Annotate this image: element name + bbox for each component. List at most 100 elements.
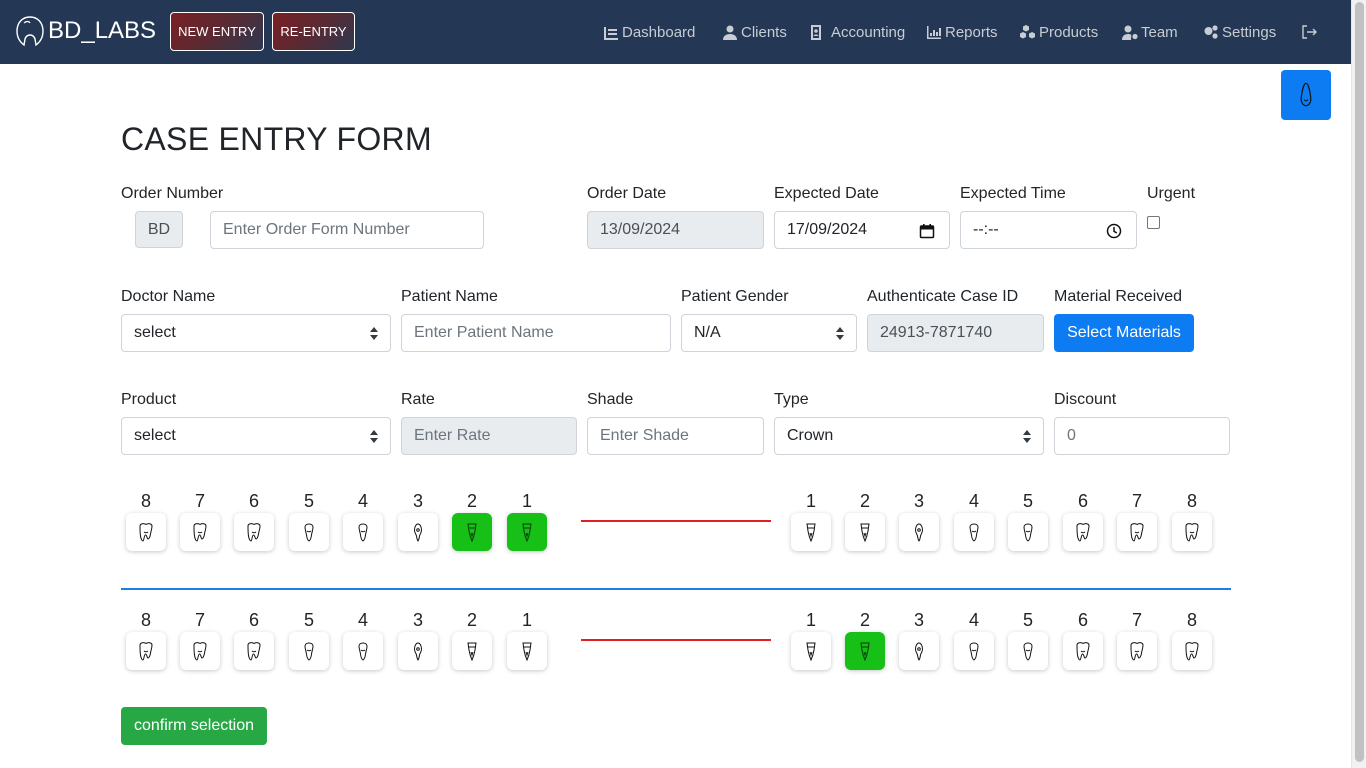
tooth-upper-left-4[interactable]: 4 (343, 490, 383, 551)
tooth-button[interactable] (1008, 632, 1048, 670)
tooth-lower-right-8[interactable]: 8 (1172, 609, 1212, 670)
urgent-checkbox[interactable] (1147, 216, 1160, 229)
nav-accounting[interactable]: Accounting (808, 22, 905, 42)
nav-dashboard[interactable]: Dashboard (603, 22, 695, 42)
nav-team[interactable]: Team (1122, 22, 1178, 42)
expected-date-value: 17/09/2024 (787, 221, 868, 238)
tooth-upper-right-8[interactable]: 8 (1172, 490, 1212, 551)
tooth-lower-left-2[interactable]: 2 (452, 609, 492, 670)
tooth-button[interactable] (507, 513, 547, 551)
logout-button[interactable] (1301, 22, 1320, 42)
new-entry-button[interactable]: NEW ENTRY (170, 12, 264, 51)
tooth-button[interactable] (452, 632, 492, 670)
tooth-button[interactable] (791, 513, 831, 551)
tooth-icon (969, 642, 979, 661)
tooth-button[interactable] (954, 632, 994, 670)
tooth-lower-left-6[interactable]: 6 (234, 609, 274, 670)
tooth-button[interactable] (289, 632, 329, 670)
tooth-button[interactable] (452, 513, 492, 551)
tooth-button[interactable] (845, 632, 885, 670)
confirm-selection-button[interactable]: confirm selection (121, 707, 267, 745)
tooth-lower-left-4[interactable]: 4 (343, 609, 383, 670)
order-number-input[interactable]: Enter Order Form Number (210, 211, 484, 249)
patient-name-input[interactable]: Enter Patient Name (401, 314, 671, 352)
tooth-button[interactable] (899, 632, 939, 670)
tooth-upper-right-5[interactable]: 5 (1008, 490, 1048, 551)
tooth-upper-right-1[interactable]: 1 (791, 490, 831, 551)
clock-icon[interactable] (1106, 223, 1122, 239)
tooth-button[interactable] (234, 513, 274, 551)
tooth-upper-right-2[interactable]: 2 (845, 490, 885, 551)
product-select[interactable]: select (121, 417, 391, 455)
user-icon (723, 25, 737, 40)
tooth-button[interactable] (1008, 513, 1048, 551)
tooth-button[interactable] (126, 632, 166, 670)
tooth-lower-right-1[interactable]: 1 (791, 609, 831, 670)
tooth-lower-right-4[interactable]: 4 (954, 609, 994, 670)
tooth-button[interactable] (1063, 513, 1103, 551)
tooth-button[interactable] (845, 513, 885, 551)
tooth-upper-right-6[interactable]: 6 (1063, 490, 1103, 551)
tooth-upper-left-5[interactable]: 5 (289, 490, 329, 551)
tooth-button[interactable] (1172, 513, 1212, 551)
nav-settings[interactable]: Settings (1203, 22, 1276, 42)
scroll-thumb[interactable] (1355, 2, 1364, 762)
tooth-button[interactable] (234, 632, 274, 670)
tooth-button[interactable] (180, 513, 220, 551)
tooth-lower-left-5[interactable]: 5 (289, 609, 329, 670)
tooth-button[interactable] (899, 513, 939, 551)
tooth-lower-left-1[interactable]: 1 (507, 609, 547, 670)
tooth-lower-left-8[interactable]: 8 (126, 609, 166, 670)
tooth-button[interactable] (126, 513, 166, 551)
brand-logo[interactable]: BD_LABS (14, 14, 156, 48)
tooth-button[interactable] (398, 513, 438, 551)
nav-products[interactable]: Products (1020, 22, 1098, 42)
type-select[interactable]: Crown (774, 417, 1044, 455)
re-entry-button[interactable]: RE-ENTRY (272, 12, 355, 51)
expected-date-input[interactable]: 17/09/2024 (774, 211, 950, 249)
tooth-upper-left-7[interactable]: 7 (180, 490, 220, 551)
expected-time-input[interactable]: --:-- (960, 211, 1137, 249)
tooth-upper-left-2[interactable]: 2 (452, 490, 492, 551)
tooth-lower-right-7[interactable]: 7 (1117, 609, 1157, 670)
tooth-lower-left-3[interactable]: 3 (398, 609, 438, 670)
tooth-lower-right-3[interactable]: 3 (899, 609, 939, 670)
tooth-icon (358, 642, 368, 661)
tooth-upper-left-6[interactable]: 6 (234, 490, 274, 551)
chart-icon (927, 26, 941, 39)
tooth-button[interactable] (343, 513, 383, 551)
nav-reports[interactable]: Reports (926, 22, 998, 42)
select-materials-button[interactable]: Select Materials (1054, 314, 1194, 352)
tooth-lower-right-6[interactable]: 6 (1063, 609, 1103, 670)
tooth-button[interactable] (507, 632, 547, 670)
tooth-upper-right-4[interactable]: 4 (954, 490, 994, 551)
urgent-label: Urgent (1147, 185, 1196, 202)
tooth-lower-right-5[interactable]: 5 (1008, 609, 1048, 670)
discount-input[interactable]: 0 (1054, 417, 1230, 455)
tooth-button[interactable] (289, 513, 329, 551)
tooth-button[interactable] (791, 632, 831, 670)
tooth-lower-right-2[interactable]: 2 (845, 609, 885, 670)
tooth-button[interactable] (954, 513, 994, 551)
tooth-upper-right-3[interactable]: 3 (899, 490, 939, 551)
tooth-button[interactable] (180, 632, 220, 670)
tooth-float-button[interactable] (1281, 70, 1331, 120)
tooth-button[interactable] (1117, 513, 1157, 551)
tooth-upper-left-3[interactable]: 3 (398, 490, 438, 551)
tooth-upper-left-8[interactable]: 8 (126, 490, 166, 551)
page-scrollbar[interactable] (1351, 0, 1366, 768)
nav-clients[interactable]: Clients (722, 22, 787, 42)
tooth-upper-right-7[interactable]: 7 (1117, 490, 1157, 551)
tooth-lower-left-7[interactable]: 7 (180, 609, 220, 670)
doctor-name-select[interactable]: select (121, 314, 391, 352)
tooth-button[interactable] (398, 632, 438, 670)
tooth-button[interactable] (343, 632, 383, 670)
tooth-number: 8 (140, 610, 151, 630)
calendar-icon[interactable] (919, 223, 935, 239)
tooth-button[interactable] (1063, 632, 1103, 670)
patient-gender-select[interactable]: N/A (681, 314, 857, 352)
tooth-button[interactable] (1172, 632, 1212, 670)
tooth-upper-left-1[interactable]: 1 (507, 490, 547, 551)
tooth-button[interactable] (1117, 632, 1157, 670)
shade-input[interactable]: Enter Shade (587, 417, 764, 455)
